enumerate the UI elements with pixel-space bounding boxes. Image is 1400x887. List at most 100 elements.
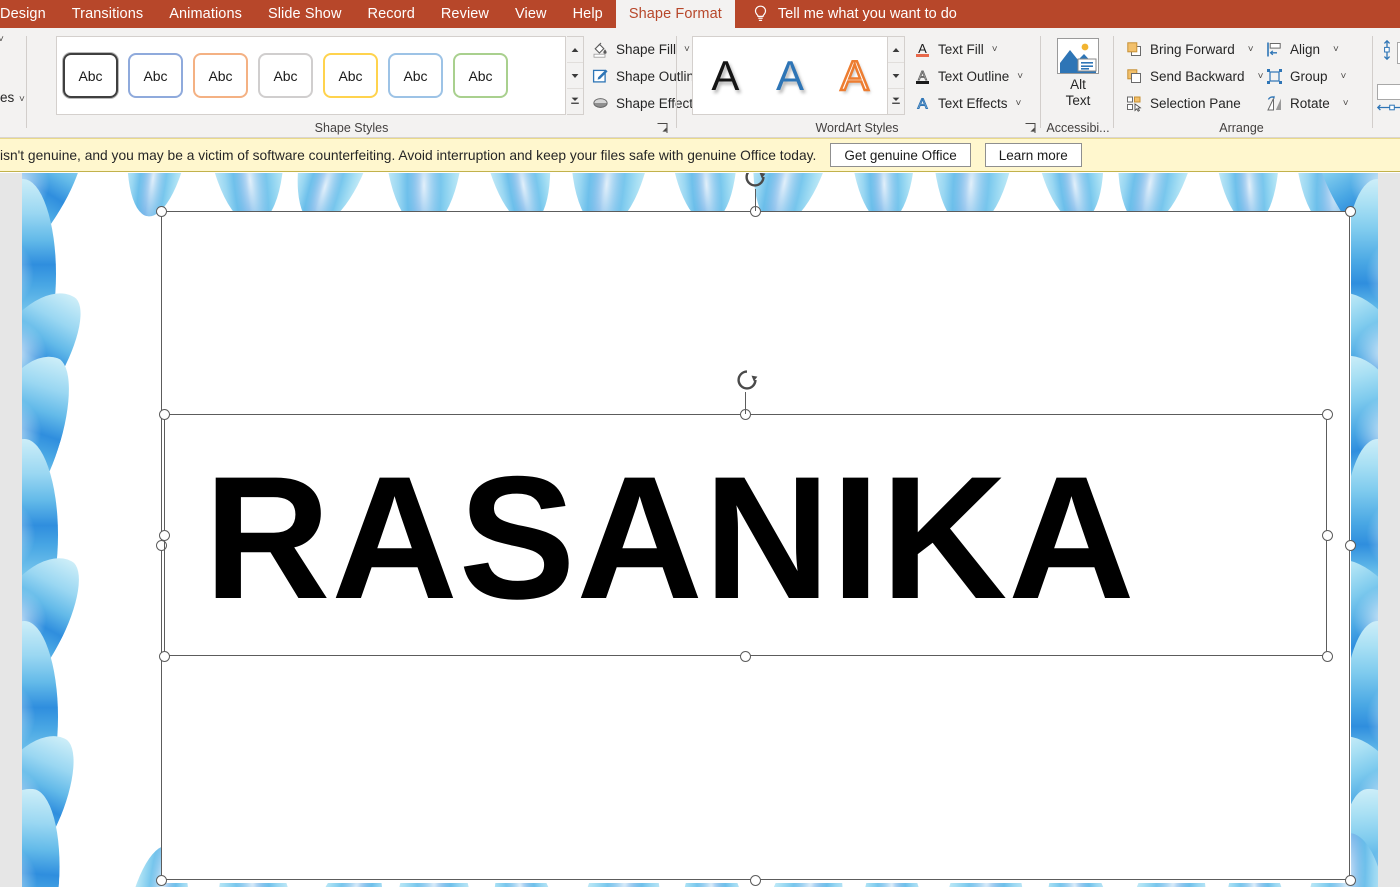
resize-handle-top-right[interactable]: [1321, 408, 1333, 420]
lightbulb-icon: [753, 5, 768, 23]
selection-pane-button[interactable]: Selection Pane: [1126, 90, 1256, 117]
chevron-down-icon: ˅: [1340, 71, 1347, 82]
shape-style-swatch[interactable]: Abc: [323, 53, 378, 98]
send-backward-button[interactable]: Send Backward ˅: [1126, 63, 1263, 90]
resize-handle-middle-left[interactable]: [158, 529, 170, 541]
gallery-scroll-up-icon[interactable]: [888, 37, 904, 63]
shape-style-swatch[interactable]: Abc: [258, 53, 313, 98]
chevron-down-icon: ˅: [1257, 71, 1264, 82]
swatch-label: Abc: [78, 67, 103, 84]
gallery-scroll-up-icon[interactable]: [567, 37, 583, 63]
button-label: Align: [1290, 42, 1321, 57]
chevron-down-icon: ˅: [1342, 98, 1349, 109]
wordart-sample-orange-outline[interactable]: A: [839, 53, 870, 98]
slide-surface[interactable]: RASANIKA: [22, 173, 1378, 887]
paint-bucket-icon: [592, 41, 609, 58]
wordart-styles-scroll: [888, 36, 905, 115]
tab-record[interactable]: Record: [355, 0, 428, 28]
tab-transitions[interactable]: Transitions: [59, 0, 156, 28]
shape-style-swatch[interactable]: Abc: [453, 53, 508, 98]
tab-view[interactable]: View: [502, 0, 560, 28]
gallery-scroll-down-icon[interactable]: [567, 63, 583, 89]
learn-more-button[interactable]: Learn more: [984, 143, 1082, 167]
shape-styles-scroll: [567, 36, 584, 115]
resize-handle-bottom-center[interactable]: [749, 874, 761, 886]
swatch-label: Abc: [468, 67, 493, 84]
get-genuine-office-button[interactable]: Get genuine Office: [830, 143, 971, 167]
shape-text-rasanika[interactable]: RASANIKA: [204, 451, 1136, 626]
pencil-outline-icon: [592, 68, 609, 85]
shape-style-swatch[interactable]: Abc: [193, 53, 248, 98]
group-divider: [676, 36, 677, 128]
shape-height-icon: [1381, 39, 1394, 65]
tab-help[interactable]: Help: [560, 0, 616, 28]
genuine-office-notification-bar: isn't genuine, and you may be a victim o…: [0, 138, 1400, 172]
alt-text-line2: Text: [1065, 93, 1091, 108]
tell-me-search[interactable]: Tell me what you want to do: [735, 0, 969, 28]
resize-handle-bottom-center[interactable]: [739, 650, 751, 662]
resize-handle-bottom-right[interactable]: [1321, 650, 1333, 662]
shape-width-row[interactable]: [1376, 84, 1400, 119]
shape-style-swatch[interactable]: Abc: [63, 53, 118, 98]
button-label: Rotate: [1290, 96, 1330, 111]
shape-style-swatch[interactable]: Abc: [128, 53, 183, 98]
alt-text-button[interactable]: Alt Text: [1048, 34, 1108, 118]
button-label: Text Effects: [938, 96, 1008, 111]
ribbon-tab-bar: Design Transitions Animations Slide Show…: [0, 0, 1400, 28]
group-button[interactable]: Group ˅: [1266, 63, 1361, 90]
resize-handle-middle-right[interactable]: [1321, 529, 1333, 541]
notification-message: isn't genuine, and you may be a victim o…: [0, 147, 817, 163]
alt-text-label: Alt Text: [1066, 77, 1091, 109]
tab-animations[interactable]: Animations: [156, 0, 255, 28]
bring-forward-button[interactable]: Bring Forward ˅: [1126, 36, 1256, 63]
edit-shape-button[interactable]: es ˅: [0, 90, 25, 105]
resize-handle-top-left[interactable]: [158, 408, 170, 420]
shape-effects-icon: [592, 95, 609, 112]
resize-handle-bottom-left[interactable]: [158, 650, 170, 662]
shape-styles-gallery[interactable]: Abc Abc Abc Abc Abc Abc Abc: [56, 36, 566, 115]
rotate-handle-inner[interactable]: [734, 367, 760, 393]
chevron-down-icon: ˅: [1015, 98, 1022, 109]
tab-review[interactable]: Review: [428, 0, 502, 28]
resize-handle-top-center[interactable]: [739, 408, 751, 420]
resize-handle-top-left[interactable]: [155, 205, 167, 217]
tab-slide-show[interactable]: Slide Show: [255, 0, 355, 28]
wordart-buttons: A Text Fill ˅ A Text Outline ˅ A Text Ef…: [914, 36, 1029, 117]
resize-handle-bottom-left[interactable]: [155, 874, 167, 886]
shape-style-swatch[interactable]: Abc: [388, 53, 443, 98]
swatch-label: Abc: [338, 67, 363, 84]
shape-width-input[interactable]: [1377, 84, 1400, 100]
text-fill-button[interactable]: A Text Fill ˅: [914, 36, 1029, 63]
resize-handle-top-center[interactable]: [749, 205, 761, 217]
wordart-sample-blue[interactable]: A: [776, 54, 804, 97]
align-button[interactable]: Align ˅: [1266, 36, 1361, 63]
swatch-label: Abc: [273, 67, 298, 84]
rotate-handle-outer[interactable]: [742, 173, 768, 190]
gallery-more-icon[interactable]: [888, 89, 904, 114]
wordart-dialog-launcher[interactable]: [1024, 122, 1037, 135]
swatch-label: Abc: [208, 67, 233, 84]
shape-styles-dialog-launcher[interactable]: [656, 122, 669, 135]
slide-canvas-area: RASANIKA: [0, 173, 1400, 887]
tab-design[interactable]: Design: [0, 0, 59, 28]
gallery-scroll-down-icon[interactable]: [888, 63, 904, 89]
tab-shape-format[interactable]: Shape Format: [615, 0, 735, 28]
text-outline-button[interactable]: A Text Outline ˅: [914, 63, 1029, 90]
shape-width-icon: [1376, 101, 1400, 119]
resize-handle-bottom-right[interactable]: [1344, 874, 1356, 886]
button-label: Selection Pane: [1150, 96, 1241, 111]
resize-handle-middle-right[interactable]: [1344, 539, 1356, 551]
button-label: Shape Fill: [616, 42, 677, 57]
wordart-styles-gallery[interactable]: A A A: [692, 36, 888, 115]
rotate-button[interactable]: Rotate ˅: [1266, 90, 1361, 117]
gallery-more-icon[interactable]: [567, 89, 583, 114]
wordart-sample-black[interactable]: A: [711, 54, 739, 97]
chevron-down-icon: ˅: [1333, 44, 1339, 55]
tell-me-label: Tell me what you want to do: [777, 6, 957, 22]
insert-shapes-chevron-down-icon[interactable]: ˅: [0, 34, 4, 45]
text-effects-button[interactable]: A Text Effects ˅: [914, 90, 1029, 117]
arrange-column-order: Bring Forward ˅ Send Backward ˅ Selectio…: [1126, 36, 1263, 117]
resize-handle-middle-left[interactable]: [155, 539, 167, 551]
shape-height-row[interactable]: [1381, 39, 1400, 65]
resize-handle-top-right[interactable]: [1344, 205, 1356, 217]
